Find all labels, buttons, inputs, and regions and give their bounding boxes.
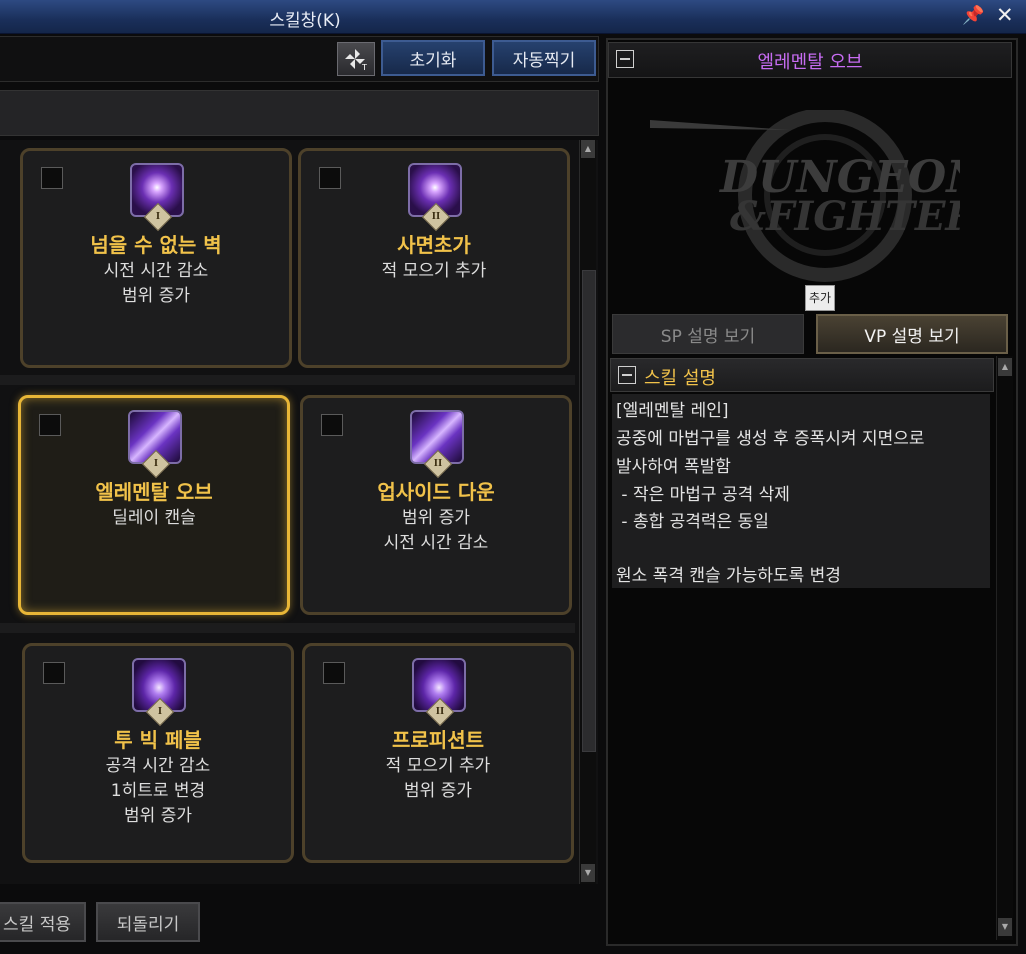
skill-description-title: 스킬 설명: [644, 368, 716, 389]
skill-desc-line: 시전 시간 감소: [103, 261, 209, 281]
apply-skill-button[interactable]: 스킬 적용: [0, 902, 86, 942]
svg-text:&FIGHTER: &FIGHTER: [730, 193, 960, 240]
row-divider: [0, 623, 575, 633]
skill-name: 투 빅 페블: [114, 728, 202, 752]
skill-desc-line: 범위 증가: [122, 286, 190, 306]
skill-name: 사면초가: [397, 233, 471, 257]
description-line: - 작은 마법구 공격 삭제: [616, 485, 790, 505]
auto-assign-button[interactable]: 자동찍기: [492, 40, 596, 76]
description-line: 공중에 마법구를 생성 후 증폭시켜 지면으로: [616, 429, 925, 449]
description-line: [엘레멘탈 레인]: [616, 401, 729, 421]
skill-checkbox[interactable]: [319, 167, 341, 189]
skill-list: I 넘을 수 없는 벽 시전 시간 감소 범위 증가 II 사면초가 적 모으기…: [0, 140, 598, 884]
revert-button[interactable]: 되돌리기: [96, 902, 200, 942]
scroll-down-arrow-icon[interactable]: ▼: [581, 864, 595, 882]
skill-checkbox[interactable]: [43, 662, 65, 684]
skill-checkbox[interactable]: [39, 414, 61, 436]
reset-button[interactable]: 초기화: [381, 40, 485, 76]
skill-card-upside-down[interactable]: II 업사이드 다운 범위 증가 시전 시간 감소: [300, 395, 572, 615]
skill-name: 넘을 수 없는 벽: [90, 233, 222, 257]
skill-list-scrollbar[interactable]: ▲ ▼: [579, 140, 596, 884]
row-divider: [0, 375, 575, 385]
skill-detail-title: 엘레멘탈 오브: [757, 52, 863, 73]
skill-desc-line: 공격 시간 감소: [105, 756, 211, 776]
scroll-thumb[interactable]: [582, 270, 596, 752]
svg-text:T: T: [361, 63, 367, 71]
description-line: 원소 폭격 캔슬 가능하도록 변경: [616, 566, 841, 586]
scroll-down-arrow-icon[interactable]: ▼: [998, 918, 1012, 936]
pinwheel-icon: T: [345, 49, 367, 71]
skill-name: 업사이드 다운: [377, 480, 495, 504]
skill-desc-line: 적 모으기 추가: [385, 756, 491, 776]
window-title: 스킬창(K): [269, 11, 341, 31]
tab-sp-description[interactable]: SP 설명 보기: [612, 314, 804, 354]
skill-checkbox[interactable]: [323, 662, 345, 684]
skill-list-header-bar: [0, 90, 599, 136]
tab-vp-description[interactable]: VP 설명 보기: [816, 314, 1008, 354]
skill-card-wall[interactable]: I 넘을 수 없는 벽 시전 시간 감소 범위 증가: [20, 148, 292, 368]
skill-card-surround[interactable]: II 사면초가 적 모으기 추가: [298, 148, 570, 368]
close-icon[interactable]: ✕: [996, 3, 1014, 27]
description-line: - 총합 공격력은 동일: [616, 512, 769, 532]
scroll-up-arrow-icon[interactable]: ▲: [581, 140, 595, 158]
pin-icon[interactable]: 📌: [962, 5, 984, 26]
skill-desc-line: 시전 시간 감소: [383, 533, 489, 553]
add-tag: 추가: [805, 285, 835, 311]
skill-name: 프로피션트: [392, 728, 484, 752]
skill-desc-line: 범위 증가: [402, 508, 470, 528]
skill-desc-line: 적 모으기 추가: [381, 261, 487, 281]
scroll-up-arrow-icon[interactable]: ▲: [998, 358, 1012, 376]
skill-desc-line: 딜레이 캔슬: [112, 508, 196, 528]
skill-name: 엘레멘탈 오브: [95, 480, 213, 504]
collapse-description-icon[interactable]: [618, 366, 636, 384]
dungeon-fighter-logo: DUNGEON &FIGHTER: [650, 110, 960, 282]
skill-card-two-big-pebble[interactable]: I 투 빅 페블 공격 시간 감소 1히트로 변경 범위 증가: [22, 643, 294, 863]
skill-filter-button[interactable]: T: [337, 42, 375, 76]
skill-desc-line: 범위 증가: [124, 806, 192, 826]
description-line: 발사하여 폭발함: [616, 457, 731, 477]
skill-desc-line: 1히트로 변경: [110, 781, 206, 801]
window-title-bar: 스킬창(K) 📌 ✕: [0, 0, 1026, 34]
skill-card-proficient[interactable]: II 프로피션트 적 모으기 추가 범위 증가: [302, 643, 574, 863]
description-scrollbar[interactable]: ▲ ▼: [996, 356, 1013, 940]
skill-desc-line: 범위 증가: [404, 781, 472, 801]
skill-checkbox[interactable]: [41, 167, 63, 189]
skill-checkbox[interactable]: [321, 414, 343, 436]
skill-card-elemental-orb[interactable]: I 엘레멘탈 오브 딜레이 캔슬: [18, 395, 290, 615]
